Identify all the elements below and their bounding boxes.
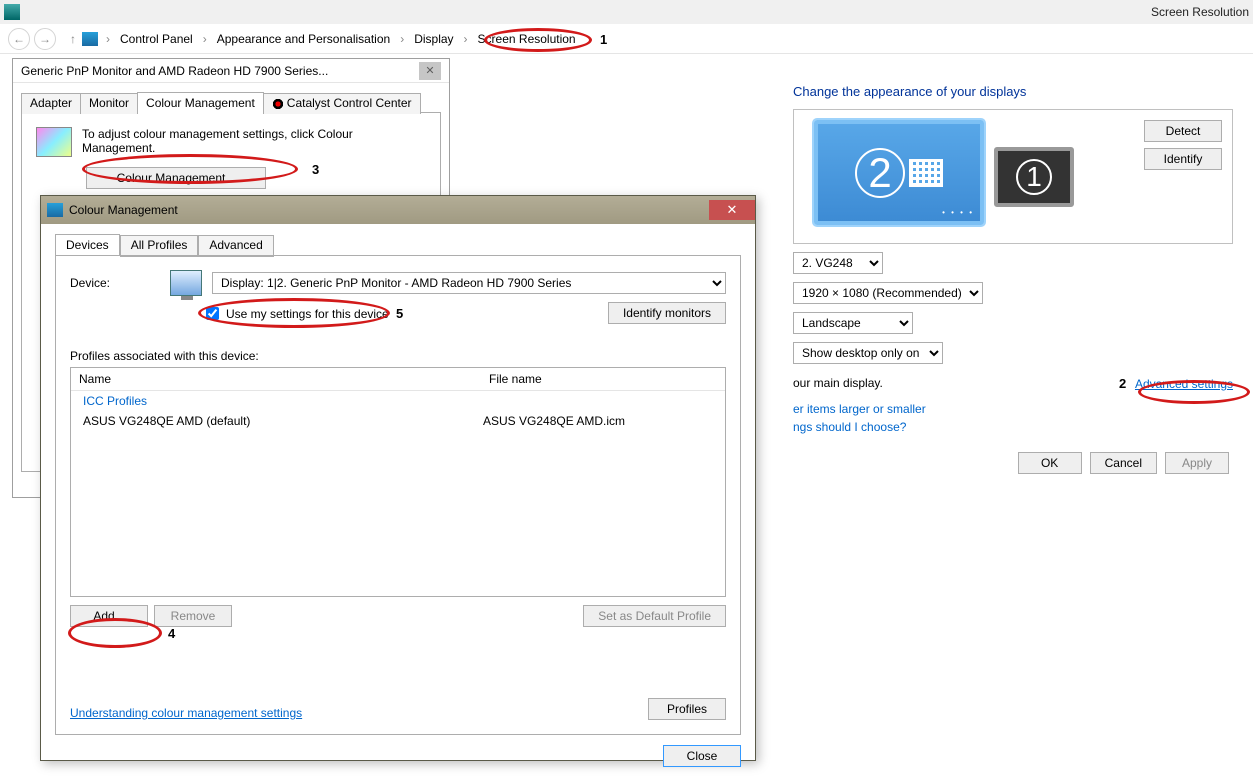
advanced-settings-link[interactable]: Advanced settings <box>1135 377 1233 391</box>
info-text: To adjust colour management settings, cl… <box>82 127 362 155</box>
profile-row[interactable]: ASUS VG248QE AMD (default) ASUS VG248QE … <box>71 411 725 431</box>
apply-button: Apply <box>1165 452 1229 474</box>
colour-management-icon <box>36 127 72 157</box>
use-my-settings-label: Use my settings for this device <box>226 307 389 321</box>
profiles-button[interactable]: Profiles <box>648 698 726 720</box>
tab-catalyst-control-center[interactable]: Catalyst Control Center <box>263 93 421 114</box>
larger-smaller-link[interactable]: er items larger or smaller <box>793 402 926 416</box>
page-heading: Change the appearance of your displays <box>793 84 1233 99</box>
breadcrumb-screen-resolution[interactable]: Screen Resolution <box>474 30 580 48</box>
chevron-icon: › <box>106 32 110 46</box>
dialog-icon <box>47 203 63 217</box>
monitor-1[interactable]: 1 <box>994 147 1074 207</box>
screen-resolution-panel: Change the appearance of your displays 2… <box>783 56 1253 474</box>
cancel-button[interactable]: Cancel <box>1090 452 1157 474</box>
display-select[interactable]: 2. VG248 <box>793 252 883 274</box>
device-select[interactable]: Display: 1|2. Generic PnP Monitor - AMD … <box>212 272 726 294</box>
window-titlebar: Screen Resolution <box>0 0 1253 24</box>
tab-devices[interactable]: Devices <box>55 234 120 256</box>
keyboard-icon <box>909 159 943 187</box>
back-button[interactable]: ← <box>8 28 30 50</box>
what-settings-link[interactable]: ngs should I choose? <box>793 420 906 434</box>
control-panel-icon <box>82 32 98 46</box>
set-default-button: Set as Default Profile <box>583 605 726 627</box>
breadcrumb-display[interactable]: Display <box>410 30 457 48</box>
displays-preview[interactable]: 2 • • • • 1 Detect Identify <box>793 109 1233 244</box>
tab-monitor[interactable]: Monitor <box>80 93 138 114</box>
column-file[interactable]: File name <box>489 372 542 386</box>
ok-button[interactable]: OK <box>1018 452 1082 474</box>
chevron-icon: › <box>203 32 207 46</box>
breadcrumb: ← → ↑ › Control Panel › Appearance and P… <box>0 24 1253 54</box>
forward-button[interactable]: → <box>34 28 56 50</box>
resolution-select[interactable]: 1920 × 1080 (Recommended) <box>793 282 983 304</box>
detect-button[interactable]: Detect <box>1144 120 1222 142</box>
annotation-2: 2 <box>1119 376 1126 391</box>
monitor-icon <box>170 270 202 296</box>
profile-file: ASUS VG248QE AMD.icm <box>483 414 625 428</box>
column-name[interactable]: Name <box>79 372 489 386</box>
device-label: Device: <box>70 276 160 290</box>
tab-all-profiles[interactable]: All Profiles <box>120 235 199 257</box>
add-button[interactable]: Add... <box>70 605 148 627</box>
monitor-2[interactable]: 2 • • • • <box>814 120 984 225</box>
dialog-title: Colour Management <box>69 203 709 217</box>
chevron-icon: › <box>464 32 468 46</box>
orientation-select[interactable]: Landscape <box>793 312 913 334</box>
dialog-titlebar[interactable]: Colour Management ✕ <box>41 196 755 224</box>
up-arrow-icon[interactable]: ↑ <box>70 32 76 46</box>
profile-name: ASUS VG248QE AMD (default) <box>83 414 483 428</box>
chevron-icon: › <box>400 32 404 46</box>
use-my-settings-checkbox[interactable] <box>206 307 219 320</box>
breadcrumb-appearance[interactable]: Appearance and Personalisation <box>213 30 394 48</box>
tab-adapter[interactable]: Adapter <box>21 93 81 114</box>
drag-handle-icon: • • • • <box>942 208 974 217</box>
tab-advanced[interactable]: Advanced <box>198 235 273 257</box>
close-dialog-button[interactable]: Close <box>663 745 741 767</box>
monitor-number-badge: 2 <box>855 148 905 198</box>
tab-colour-management[interactable]: Colour Management <box>137 92 264 113</box>
remove-button: Remove <box>154 605 232 627</box>
understanding-link[interactable]: Understanding colour management settings <box>70 706 648 720</box>
colour-management-dialog: Colour Management ✕ Devices All Profiles… <box>40 195 756 761</box>
window-title: Screen Resolution <box>1151 5 1249 19</box>
app-icon <box>4 4 20 20</box>
close-button[interactable]: ✕ <box>709 200 755 220</box>
close-button[interactable]: ✕ <box>419 62 441 80</box>
profiles-label: Profiles associated with this device: <box>70 349 726 363</box>
identify-monitors-button[interactable]: Identify monitors <box>608 302 726 324</box>
monitor-number-badge: 1 <box>1016 159 1052 195</box>
profile-group: ICC Profiles <box>71 391 725 411</box>
main-display-text: our main display. <box>793 376 883 390</box>
colour-management-button[interactable]: Colour Management... <box>86 167 266 189</box>
multiple-displays-select[interactable]: Show desktop only on 2 <box>793 342 943 364</box>
catalyst-icon <box>272 98 284 110</box>
dialog-title: Generic PnP Monitor and AMD Radeon HD 79… <box>21 64 419 78</box>
breadcrumb-control-panel[interactable]: Control Panel <box>116 30 197 48</box>
identify-button[interactable]: Identify <box>1144 148 1222 170</box>
profile-list[interactable]: Name File name ICC Profiles ASUS VG248QE… <box>70 367 726 597</box>
